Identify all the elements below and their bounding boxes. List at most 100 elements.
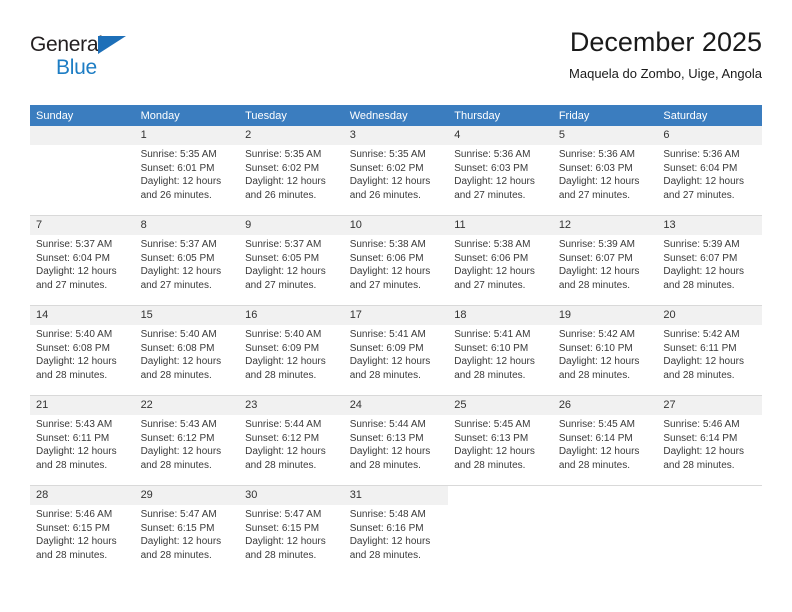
day-cell[interactable]: 28 Sunrise: 5:46 AM Sunset: 6:15 PM Dayl… xyxy=(30,486,135,575)
sunrise-text: Sunrise: 5:37 AM xyxy=(36,239,113,250)
day-details: Sunrise: 5:35 AM Sunset: 6:02 PM Dayligh… xyxy=(239,145,344,202)
day-cell[interactable]: 19 Sunrise: 5:42 AM Sunset: 6:10 PM Dayl… xyxy=(552,306,658,395)
daylight-text-line2: and 28 minutes. xyxy=(558,369,630,381)
sunset-text: Sunset: 6:13 PM xyxy=(454,432,529,444)
day-cell[interactable]: 18 Sunrise: 5:41 AM Sunset: 6:10 PM Dayl… xyxy=(448,306,553,395)
logo-text-general: General xyxy=(30,33,103,56)
day-cell[interactable]: 29 Sunrise: 5:47 AM Sunset: 6:15 PM Dayl… xyxy=(134,486,240,575)
daylight-text-line2: and 27 minutes. xyxy=(663,189,735,201)
weekday-header-friday: Friday xyxy=(552,105,658,126)
day-details: Sunrise: 5:36 AM Sunset: 6:03 PM Dayligh… xyxy=(448,145,553,202)
day-cell[interactable]: 25 Sunrise: 5:45 AM Sunset: 6:13 PM Dayl… xyxy=(448,396,553,485)
day-details: Sunrise: 5:39 AM Sunset: 6:07 PM Dayligh… xyxy=(657,235,762,292)
sunset-text: Sunset: 6:06 PM xyxy=(454,252,529,264)
day-cell[interactable]: 2 Sunrise: 5:35 AM Sunset: 6:02 PM Dayli… xyxy=(239,126,344,215)
day-cell[interactable]: 17 Sunrise: 5:41 AM Sunset: 6:09 PM Dayl… xyxy=(343,306,449,395)
daylight-text-line2: and 28 minutes. xyxy=(663,459,735,471)
day-cell[interactable]: 31 Sunrise: 5:48 AM Sunset: 6:16 PM Dayl… xyxy=(343,486,449,575)
daylight-text-line1: Daylight: 12 hours xyxy=(140,176,222,187)
day-cell[interactable]: 26 Sunrise: 5:45 AM Sunset: 6:14 PM Dayl… xyxy=(552,396,658,485)
page-subtitle: Maquela do Zombo, Uige, Angola xyxy=(569,65,762,81)
day-details: Sunrise: 5:48 AM Sunset: 6:16 PM Dayligh… xyxy=(344,505,449,562)
calendar-grid: Sunday Monday Tuesday Wednesday Thursday… xyxy=(30,105,762,575)
sunset-text: Sunset: 6:02 PM xyxy=(245,162,320,174)
daylight-text-line2: and 27 minutes. xyxy=(36,279,108,291)
day-cell[interactable]: 3 Sunrise: 5:35 AM Sunset: 6:02 PM Dayli… xyxy=(343,126,449,215)
generalblue-logo[interactable]: General Blue xyxy=(30,34,150,90)
daylight-text-line2: and 26 minutes. xyxy=(349,189,421,201)
day-cell[interactable]: 22 Sunrise: 5:43 AM Sunset: 6:12 PM Dayl… xyxy=(134,396,240,485)
day-cell[interactable]: 9 Sunrise: 5:37 AM Sunset: 6:05 PM Dayli… xyxy=(239,216,344,305)
sunset-text: Sunset: 6:08 PM xyxy=(36,342,110,354)
day-cell[interactable]: 12 Sunrise: 5:39 AM Sunset: 6:07 PM Dayl… xyxy=(552,216,658,305)
day-cell[interactable]: 15 Sunrise: 5:40 AM Sunset: 6:08 PM Dayl… xyxy=(134,306,240,395)
daylight-text-line1: Daylight: 12 hours xyxy=(454,176,535,187)
sunset-text: Sunset: 6:01 PM xyxy=(140,162,215,174)
day-cell[interactable]: 27 Sunrise: 5:46 AM Sunset: 6:14 PM Dayl… xyxy=(657,396,762,485)
daylight-text-line2: and 27 minutes. xyxy=(245,279,317,291)
sunrise-text: Sunrise: 5:36 AM xyxy=(558,149,635,160)
sunrise-text: Sunrise: 5:42 AM xyxy=(663,329,740,340)
daylight-text-line1: Daylight: 12 hours xyxy=(245,446,326,457)
day-cell[interactable]: 30 Sunrise: 5:47 AM Sunset: 6:15 PM Dayl… xyxy=(239,486,344,575)
sunset-text: Sunset: 6:03 PM xyxy=(454,162,529,174)
sunset-text: Sunset: 6:05 PM xyxy=(140,252,215,264)
day-cell[interactable]: 16 Sunrise: 5:40 AM Sunset: 6:09 PM Dayl… xyxy=(239,306,344,395)
sunrise-text: Sunrise: 5:47 AM xyxy=(140,509,217,520)
daylight-text-line2: and 28 minutes. xyxy=(663,279,735,291)
daylight-text-line2: and 28 minutes. xyxy=(36,369,108,381)
sunrise-text: Sunrise: 5:44 AM xyxy=(245,419,322,430)
day-details: Sunrise: 5:44 AM Sunset: 6:12 PM Dayligh… xyxy=(239,415,344,472)
sunset-text: Sunset: 6:10 PM xyxy=(454,342,529,354)
day-cell[interactable]: 21 Sunrise: 5:43 AM Sunset: 6:11 PM Dayl… xyxy=(30,396,135,485)
daylight-text-line1: Daylight: 12 hours xyxy=(36,446,117,457)
daylight-text-line1: Daylight: 12 hours xyxy=(349,446,431,457)
daylight-text-line2: and 27 minutes. xyxy=(454,279,526,291)
sunset-text: Sunset: 6:08 PM xyxy=(140,342,215,354)
daylight-text-line1: Daylight: 12 hours xyxy=(558,446,640,457)
day-cell[interactable]: 24 Sunrise: 5:44 AM Sunset: 6:13 PM Dayl… xyxy=(343,396,449,485)
daylight-text-line2: and 28 minutes. xyxy=(558,459,630,471)
day-cell[interactable]: 13 Sunrise: 5:39 AM Sunset: 6:07 PM Dayl… xyxy=(657,216,762,305)
daylight-text-line1: Daylight: 12 hours xyxy=(349,266,431,277)
day-number: 20 xyxy=(657,306,762,325)
day-cell[interactable]: 5 Sunrise: 5:36 AM Sunset: 6:03 PM Dayli… xyxy=(552,126,658,215)
weekday-header-saturday: Saturday xyxy=(657,105,762,126)
daylight-text-line2: and 27 minutes. xyxy=(140,279,212,291)
day-cell[interactable]: 11 Sunrise: 5:38 AM Sunset: 6:06 PM Dayl… xyxy=(448,216,553,305)
sunrise-text: Sunrise: 5:40 AM xyxy=(36,329,113,340)
daylight-text-line2: and 28 minutes. xyxy=(36,459,108,471)
calendar-week-row: 28 Sunrise: 5:46 AM Sunset: 6:15 PM Dayl… xyxy=(30,485,762,575)
daylight-text-line2: and 26 minutes. xyxy=(245,189,317,201)
day-cell[interactable]: 8 Sunrise: 5:37 AM Sunset: 6:05 PM Dayli… xyxy=(134,216,240,305)
sunrise-text: Sunrise: 5:40 AM xyxy=(140,329,217,340)
daylight-text-line2: and 28 minutes. xyxy=(36,549,108,561)
day-cell[interactable]: 4 Sunrise: 5:36 AM Sunset: 6:03 PM Dayli… xyxy=(448,126,553,215)
day-cell[interactable]: 20 Sunrise: 5:42 AM Sunset: 6:11 PM Dayl… xyxy=(657,306,762,395)
day-cell[interactable] xyxy=(30,126,135,215)
sunrise-text: Sunrise: 5:39 AM xyxy=(663,239,740,250)
day-details: Sunrise: 5:43 AM Sunset: 6:11 PM Dayligh… xyxy=(30,415,135,472)
day-details: Sunrise: 5:44 AM Sunset: 6:13 PM Dayligh… xyxy=(344,415,449,472)
daylight-text-line2: and 28 minutes. xyxy=(349,369,421,381)
day-cell[interactable]: 23 Sunrise: 5:44 AM Sunset: 6:12 PM Dayl… xyxy=(239,396,344,485)
day-details: Sunrise: 5:37 AM Sunset: 6:04 PM Dayligh… xyxy=(30,235,135,292)
day-cell[interactable]: 1 Sunrise: 5:35 AM Sunset: 6:01 PM Dayli… xyxy=(134,126,240,215)
day-details: Sunrise: 5:47 AM Sunset: 6:15 PM Dayligh… xyxy=(239,505,344,562)
daylight-text-line1: Daylight: 12 hours xyxy=(140,266,222,277)
daylight-text-line2: and 27 minutes. xyxy=(454,189,526,201)
sunrise-text: Sunrise: 5:35 AM xyxy=(140,149,217,160)
sunset-text: Sunset: 6:04 PM xyxy=(663,162,738,174)
day-number: 14 xyxy=(30,306,135,325)
sunset-text: Sunset: 6:10 PM xyxy=(558,342,633,354)
daylight-text-line1: Daylight: 12 hours xyxy=(663,176,744,187)
triangle-icon xyxy=(98,36,126,54)
daylight-text-line1: Daylight: 12 hours xyxy=(349,356,431,367)
day-number: 17 xyxy=(343,306,449,325)
day-cell[interactable]: 7 Sunrise: 5:37 AM Sunset: 6:04 PM Dayli… xyxy=(30,216,135,305)
day-cell[interactable]: 6 Sunrise: 5:36 AM Sunset: 6:04 PM Dayli… xyxy=(657,126,762,215)
day-cell[interactable]: 10 Sunrise: 5:38 AM Sunset: 6:06 PM Dayl… xyxy=(343,216,449,305)
sunrise-text: Sunrise: 5:46 AM xyxy=(36,509,113,520)
day-cell[interactable]: 14 Sunrise: 5:40 AM Sunset: 6:08 PM Dayl… xyxy=(30,306,135,395)
day-details: Sunrise: 5:42 AM Sunset: 6:11 PM Dayligh… xyxy=(657,325,762,382)
